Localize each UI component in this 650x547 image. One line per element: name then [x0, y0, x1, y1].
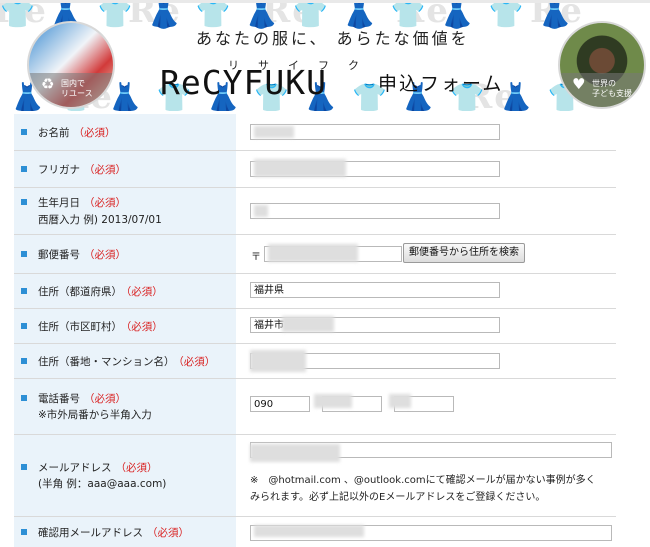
required-mark: （必須） — [84, 164, 126, 176]
form-row-postal: 郵便番号 （必須） 〒 郵便番号から住所を検索 — [14, 235, 616, 274]
field-label: メールアドレス — [38, 462, 112, 474]
recycle-icon: ♻ — [41, 75, 55, 93]
form-row-furigana: フリガナ （必須） — [14, 151, 616, 188]
heart-icon: ♥ — [572, 75, 586, 93]
required-mark: （必須） — [84, 197, 126, 209]
field-label: 電話番号 — [38, 393, 80, 405]
required-mark: （必須） — [84, 249, 126, 261]
brand-logo: ReCYFUKU — [160, 63, 327, 102]
badge-caption: ♻ 国内で リユース — [29, 73, 113, 107]
form-label-cell: 住所（番地・マンション名） （必須） — [14, 344, 236, 378]
email-warning-note: ※ @hotmail.com 、@outlook.comにて確認メールが届かない… — [250, 472, 596, 506]
form-label-cell: 郵便番号 （必須） — [14, 235, 236, 273]
badge-caption-line: リユース — [61, 89, 93, 98]
bullet-icon — [21, 199, 27, 205]
redacted-value — [268, 244, 358, 262]
field-label: 生年月日 — [38, 197, 80, 209]
required-mark: （必須） — [126, 286, 163, 298]
birthday-input[interactable] — [250, 203, 500, 219]
field-hint: 西暦入力 例) 2013/07/01 — [38, 214, 162, 226]
badge-caption: ♥ 世界の 子ども支援 — [560, 73, 644, 107]
form-label-cell: 電話番号 （必須） ※市外局番から半角入力 — [14, 379, 236, 434]
field-hint: ※市外局番から半角入力 — [38, 409, 152, 421]
field-label: 郵便番号 — [38, 249, 80, 261]
form-row-prefecture: 住所（都道府県） （必須） 福井県 — [14, 274, 616, 309]
postal-mark: 〒 — [251, 252, 261, 263]
form-title: 申込フォーム — [378, 73, 504, 95]
bullet-icon — [21, 129, 27, 135]
application-form: お名前 （必須） フリガナ （必須） 生年月日 （必須） 西暦入力 例) 2013/0… — [14, 114, 616, 547]
phone-input-part1[interactable]: 090 — [250, 396, 310, 412]
bullet-icon — [21, 251, 27, 257]
required-mark: （必須） — [147, 527, 189, 539]
form-label-cell: お名前 （必須） — [14, 114, 236, 150]
bullet-icon — [21, 464, 27, 470]
form-row-address: 住所（番地・マンション名） （必須） — [14, 344, 616, 379]
bullet-icon — [21, 358, 27, 364]
redacted-value — [282, 316, 334, 332]
bullet-icon — [21, 395, 27, 401]
redacted-value — [314, 394, 352, 408]
badge-caption-line: 国内で — [61, 79, 85, 88]
redacted-value — [254, 525, 364, 537]
required-mark: （必須） — [115, 462, 158, 474]
form-row-city: 住所（市区町村） （必須） 福井市 — [14, 309, 616, 344]
field-label: お名前 — [38, 127, 70, 139]
field-label: 確認用メールアドレス — [38, 527, 143, 539]
form-label-cell: 住所（市区町村） （必須） — [14, 309, 236, 343]
redacted-value — [389, 394, 411, 408]
email-warning-line: みられます。必ず上記以外のEメールアドレスをご登録ください。 — [250, 492, 546, 503]
form-row-birthday: 生年月日 （必須） 西暦入力 例) 2013/07/01 — [14, 188, 616, 235]
field-hint: (半角 例：aaa@aaa.com) — [38, 478, 167, 490]
required-mark: （必須） — [73, 127, 116, 139]
bullet-icon — [21, 288, 27, 294]
required-mark: （必須） — [126, 321, 163, 333]
redacted-value — [250, 350, 306, 372]
form-label-cell: メールアドレス （必須） (半角 例：aaa@aaa.com) — [14, 435, 236, 516]
redacted-value — [254, 159, 346, 177]
field-label: 住所（市区町村） — [38, 321, 122, 333]
form-label-cell: 住所（都道府県） （必須） — [14, 274, 236, 308]
redacted-value — [254, 126, 294, 138]
form-row-name: お名前 （必須） — [14, 114, 616, 151]
field-label: 住所（番地・マンション名） — [38, 356, 175, 368]
form-row-email: メールアドレス （必須） (半角 例：aaa@aaa.com) ※ @hotmai… — [14, 435, 616, 517]
form-label-cell: フリガナ （必須） — [14, 151, 236, 187]
form-label-cell: 確認用メールアドレス （必須） — [14, 517, 236, 547]
form-label-cell: 生年月日 （必須） 西暦入力 例) 2013/07/01 — [14, 188, 236, 234]
field-label: フリガナ — [38, 164, 80, 176]
prefecture-input[interactable]: 福井県 — [250, 282, 500, 298]
redacted-value — [254, 205, 268, 217]
redacted-value — [250, 444, 340, 462]
bullet-icon — [21, 323, 27, 329]
address-search-button[interactable]: 郵便番号から住所を検索 — [403, 243, 525, 263]
header-banner: Re Re Re Re Re Re Re 👕👗👕👗👕👗👕👗👕👗👕👗 👗👕👗👕👗👕… — [0, 3, 650, 111]
form-row-phone: 電話番号 （必須） ※市外局番から半角入力 090 — [14, 379, 616, 435]
badge-caption-line: 世界の — [592, 79, 616, 88]
badge-child-support: ♥ 世界の 子ども支援 — [558, 21, 646, 109]
badge-domestic-reuse: ♻ 国内で リユース — [27, 21, 115, 109]
badge-caption-line: 子ども支援 — [592, 89, 632, 98]
email-warning-line: ※ @hotmail.com 、@outlook.comにて確認メールが届かない… — [250, 475, 596, 486]
catchphrase: あなたの服に、 あらたな価値を — [196, 29, 470, 48]
field-label: 住所（都道府県） — [38, 286, 122, 298]
required-mark: （必須） — [84, 393, 126, 405]
bullet-icon — [21, 166, 27, 172]
required-mark: （必須） — [178, 356, 216, 368]
form-row-email-confirm: 確認用メールアドレス （必須） — [14, 517, 616, 547]
